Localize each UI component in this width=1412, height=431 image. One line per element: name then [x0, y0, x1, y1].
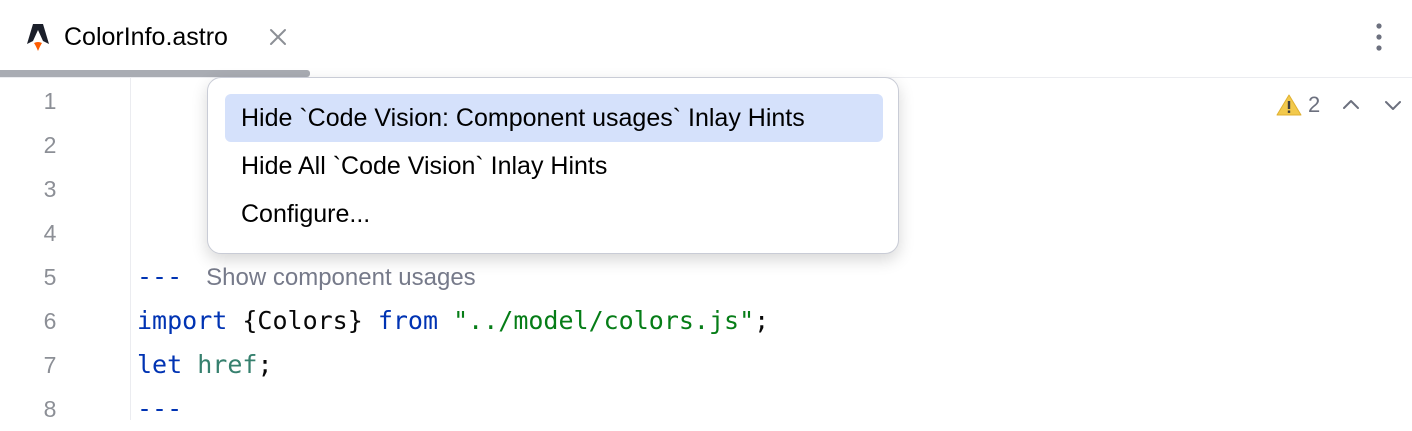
line-number: 2 [43, 132, 57, 158]
chevron-down-icon[interactable] [1382, 94, 1404, 116]
code-vision-hint[interactable]: Show component usages [206, 264, 476, 291]
code-line-8: --- [137, 387, 182, 431]
inspection-widget[interactable]: 2 [1276, 88, 1412, 122]
line-number: 3 [43, 176, 57, 202]
line-number: 8 [43, 396, 57, 422]
keyword-import: import [137, 306, 228, 335]
menu-item-hide-all-code-vision[interactable]: Hide All `Code Vision` Inlay Hints [225, 142, 883, 190]
import-path-string: "../model/colors.js" [453, 306, 755, 335]
frontmatter-delimiter: --- [137, 394, 183, 423]
astro-logo-icon [27, 24, 49, 51]
code-line-6: import {Colors} from "../model/colors.js… [137, 299, 769, 343]
menu-item-hide-component-usages[interactable]: Hide `Code Vision: Component usages` Inl… [225, 94, 883, 142]
code-line-5: --- Show component usages [137, 255, 476, 299]
line-number: 5 [43, 264, 57, 290]
import-specifier: {Colors} [227, 306, 378, 335]
semicolon: ; [754, 306, 770, 335]
warning-icon [1276, 94, 1302, 116]
chevron-up-icon[interactable] [1340, 94, 1362, 116]
line-number: 1 [43, 88, 57, 114]
close-icon[interactable] [266, 25, 290, 49]
menu-item-configure[interactable]: Configure... [225, 190, 883, 238]
line-number-gutter: 1 2 3 4 5 6 7 8 [0, 78, 130, 422]
code-line-7: let href; [137, 343, 273, 387]
keyword-let: let [137, 350, 183, 379]
tab-colorinfo-astro[interactable]: ColorInfo.astro [0, 0, 310, 78]
active-tab-indicator [0, 70, 310, 77]
keyword-from: from [377, 306, 439, 335]
warning-count: 2 [1308, 92, 1321, 117]
semicolon: ; [257, 350, 273, 379]
line-number: 6 [43, 308, 57, 334]
frontmatter-delimiter: --- [137, 262, 183, 291]
tab-title: ColorInfo.astro [64, 23, 228, 51]
line-number: 7 [43, 352, 57, 378]
editor-tab-bar: ColorInfo.astro [0, 0, 1412, 78]
more-vertical-icon[interactable] [1366, 20, 1392, 54]
variable-href: href [197, 350, 258, 379]
code-vision-context-menu: Hide `Code Vision: Component usages` Inl… [207, 77, 899, 254]
line-number: 4 [43, 220, 57, 246]
